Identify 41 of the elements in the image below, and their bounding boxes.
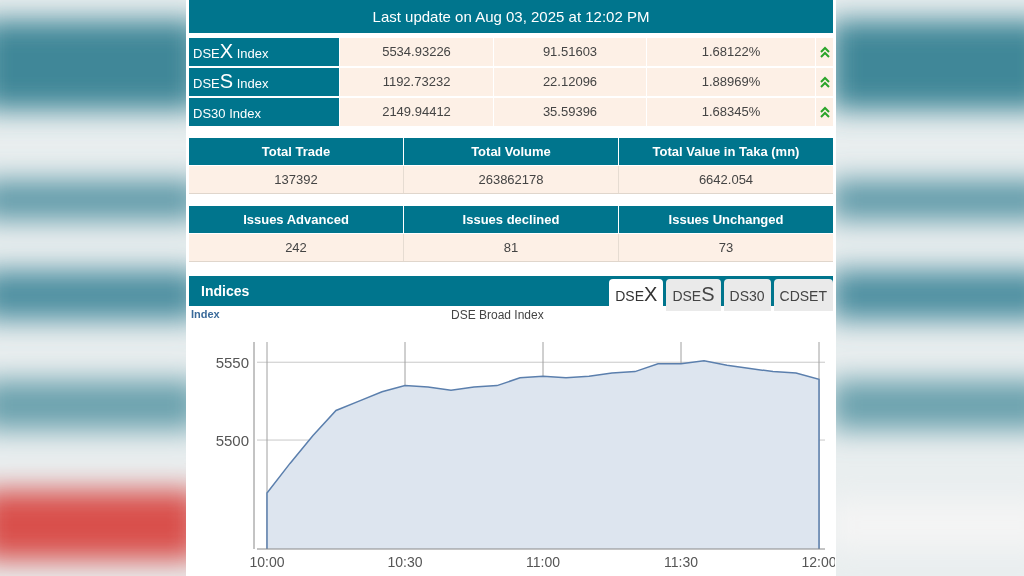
table-cell: 263862178: [404, 166, 618, 193]
index-name: DS30 Index: [189, 98, 339, 126]
column-header: Total Volume: [404, 138, 618, 165]
table-cell: 1192.73232: [340, 68, 493, 96]
x-tick-label: 12:00: [801, 554, 835, 570]
x-tick-label: 11:30: [664, 554, 698, 570]
double-chevron-up-icon: [819, 76, 830, 88]
column-header: Total Trade: [189, 138, 403, 165]
table-cell: 137392: [189, 166, 403, 193]
table-cell: 1.68345%: [647, 98, 815, 126]
table-cell: 5534.93226: [340, 38, 493, 66]
table-cell: 81: [404, 234, 618, 261]
table-cell: 91.51603: [494, 38, 646, 66]
column-header: Total Value in Taka (mn): [619, 138, 833, 165]
y-tick-label: 5500: [215, 432, 249, 450]
table-cell: 22.12096: [494, 68, 646, 96]
axis-title: Index: [190, 307, 221, 322]
x-tick-label: 11:00: [526, 554, 560, 570]
column-header: Issues declined: [404, 206, 618, 233]
table-cell: 242: [189, 234, 403, 261]
table-cell: 1.68122%: [647, 38, 815, 66]
double-chevron-up-icon: [819, 46, 830, 58]
x-tick-label: 10:30: [387, 554, 423, 570]
column-header: Issues Unchanged: [619, 206, 833, 233]
table-cell: 6642.054: [619, 166, 833, 193]
y-tick-label: 5550: [215, 354, 249, 372]
index-tab[interactable]: CDSET: [773, 279, 833, 311]
index-tab[interactable]: DSES: [666, 279, 721, 311]
update-header: Last update on Aug 03, 2025 at 12:02 PM: [189, 0, 833, 33]
column-header: Issues Advanced: [189, 206, 403, 233]
table-cell: 35.59396: [494, 98, 646, 126]
table-cell: 2149.94412: [340, 98, 493, 126]
index-tab[interactable]: DS30: [723, 279, 771, 311]
table-cell: 73: [619, 234, 833, 261]
table-cell: 1.88969%: [647, 68, 815, 96]
chart-title: DSE Broad Index: [451, 307, 544, 324]
double-chevron-up-icon: [819, 106, 830, 118]
x-tick-label: 10:00: [249, 554, 285, 570]
index-name: DSES Index: [189, 68, 339, 96]
section-title: Indices: [201, 281, 250, 301]
index-name: DSEX Index: [189, 38, 339, 66]
